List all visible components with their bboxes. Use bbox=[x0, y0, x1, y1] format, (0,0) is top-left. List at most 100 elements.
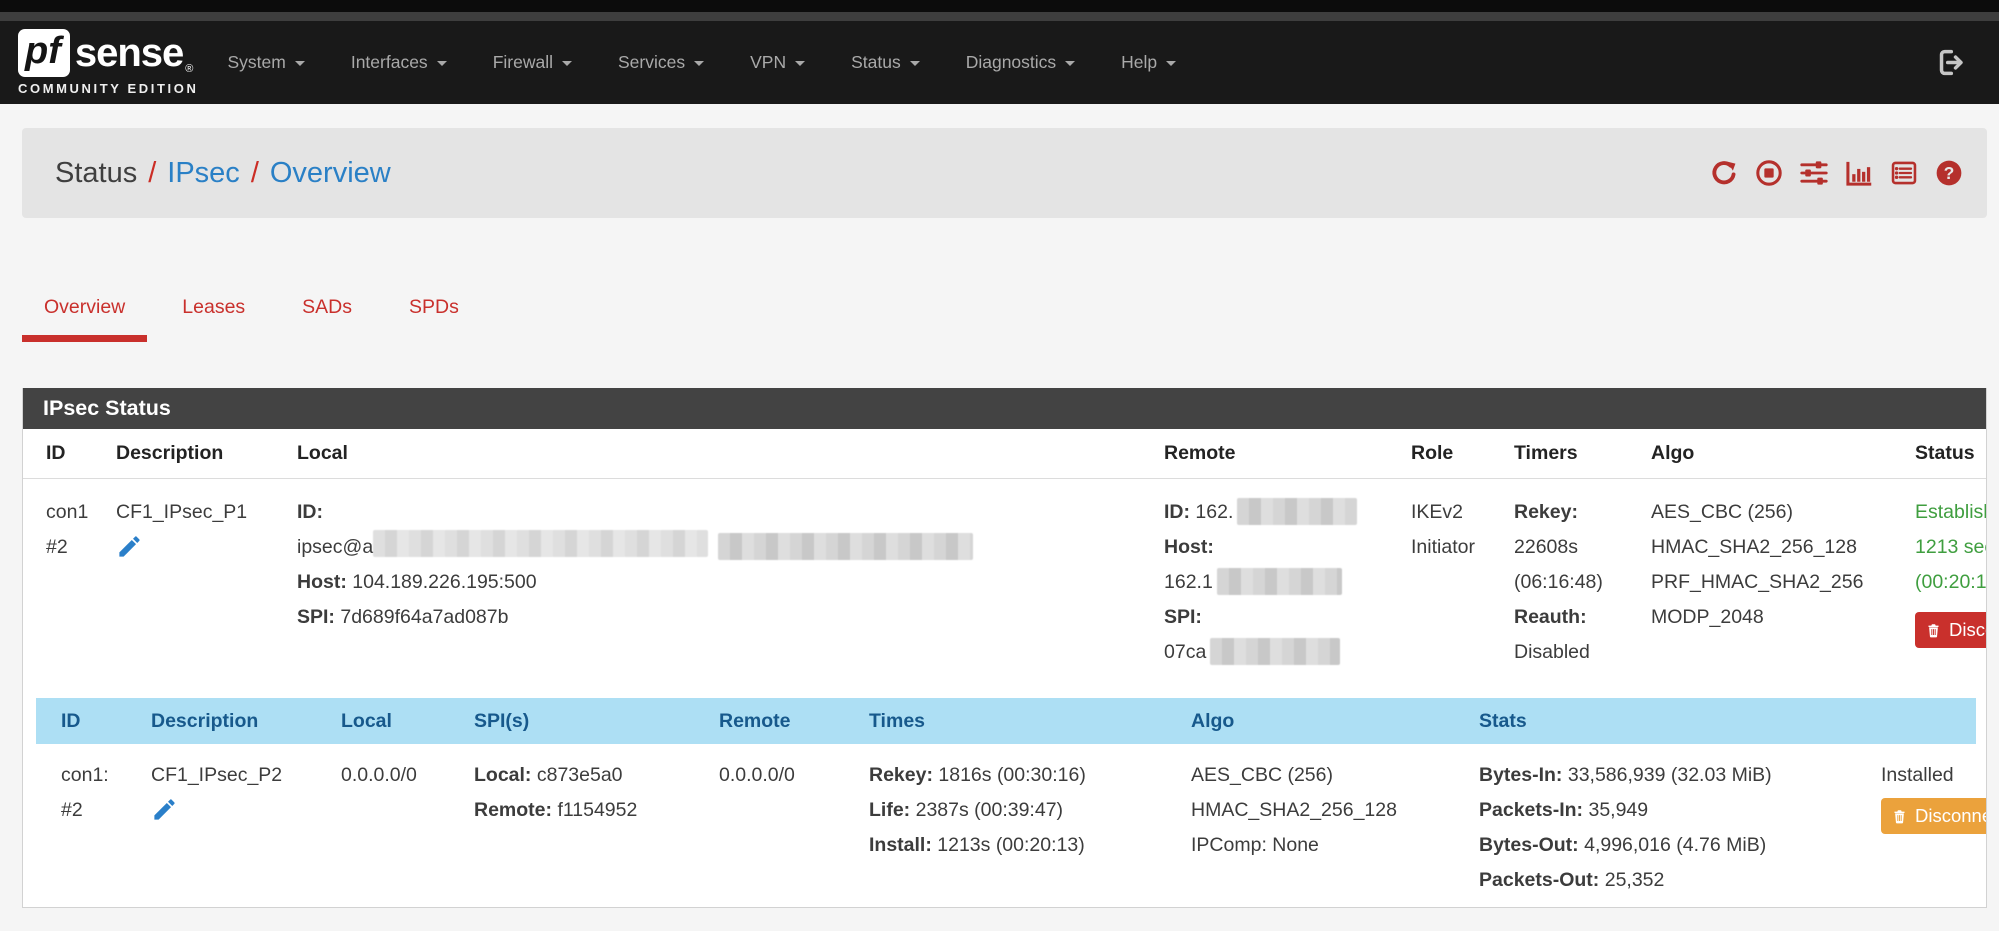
redacted-text bbox=[1217, 568, 1342, 595]
trash-icon bbox=[1892, 808, 1907, 825]
child-algo-cell: AES_CBC (256) HMAC_SHA2_256_128 IPComp: … bbox=[1191, 758, 1479, 898]
col-times: Times bbox=[869, 710, 1191, 733]
ike-status-line: 1213 seconds bbox=[1915, 530, 1987, 565]
chevron-down-icon bbox=[437, 61, 447, 66]
redacted-text bbox=[1237, 498, 1357, 525]
chevron-down-icon bbox=[795, 61, 805, 66]
child-spis-cell: Local: c873e5a0 Remote: f1154952 bbox=[474, 758, 719, 898]
logout-icon[interactable] bbox=[1934, 48, 1965, 77]
child-sa-table: ID Description Local SPI(s) Remote Times… bbox=[36, 698, 1976, 906]
col-algo: Algo bbox=[1651, 442, 1915, 465]
ike-status-cell: Established 1213 seconds (00:20:13) Disc… bbox=[1915, 495, 1987, 670]
col-id: ID bbox=[46, 442, 116, 465]
stop-icon[interactable] bbox=[1755, 159, 1783, 187]
tab-overview[interactable]: Overview bbox=[22, 276, 147, 342]
ipsec-tabs: Overview Leases SADs SPDs bbox=[22, 276, 494, 342]
nav-item-status[interactable]: Status bbox=[828, 52, 943, 73]
sliders-icon[interactable] bbox=[1800, 159, 1828, 187]
chevron-down-icon bbox=[1065, 61, 1075, 66]
main-menu: System Interfaces Firewall Services VPN … bbox=[204, 52, 1199, 73]
panel-title: IPsec Status bbox=[23, 388, 1986, 429]
redacted-text bbox=[373, 530, 708, 557]
ike-table-header: ID Description Local Remote Role Timers … bbox=[23, 429, 1986, 479]
ike-algo-cell: AES_CBC (256) HMAC_SHA2_256_128 PRF_HMAC… bbox=[1651, 495, 1915, 670]
window-title-strip bbox=[0, 12, 1999, 21]
child-remote-cell: 0.0.0.0/0 bbox=[719, 758, 869, 898]
ike-description-cell: CF1_IPsec_P1 bbox=[116, 495, 297, 670]
page-toolbar: ? bbox=[1710, 159, 1963, 187]
col-status: Status bbox=[1915, 442, 1986, 465]
col-remote: Remote bbox=[1164, 442, 1411, 465]
ike-remote-cell: ID: 162. Host: 162.1 SPI: 07ca bbox=[1164, 495, 1411, 670]
ike-id-cell: con1 #2 bbox=[46, 495, 116, 670]
col-description: Description bbox=[116, 442, 297, 465]
disconnect-button[interactable]: Disconnect bbox=[1881, 798, 1987, 834]
help-icon[interactable]: ? bbox=[1935, 159, 1963, 187]
tab-leases[interactable]: Leases bbox=[160, 276, 267, 342]
col-spis: SPI(s) bbox=[474, 710, 719, 733]
col-local: Local bbox=[341, 710, 474, 733]
nav-item-firewall[interactable]: Firewall bbox=[470, 52, 595, 73]
nav-item-vpn[interactable]: VPN bbox=[727, 52, 828, 73]
breadcrumb-separator: / bbox=[148, 157, 156, 190]
nav-item-system[interactable]: System bbox=[204, 52, 327, 73]
disconnect-button[interactable]: Disconnect bbox=[1915, 612, 1987, 648]
logo-sense-text: sense bbox=[75, 31, 183, 75]
ike-local-cell: ID: ipsec@a Host: 104.189.226.195:500 SP… bbox=[297, 495, 1164, 670]
trash-icon bbox=[1926, 622, 1941, 639]
child-stats-cell: Bytes-In: 33,586,939 (32.03 MiB) Packets… bbox=[1479, 758, 1881, 898]
redacted-text bbox=[718, 533, 973, 560]
top-navbar: pf sense ® COMMUNITY EDITION System Inte… bbox=[0, 0, 1999, 104]
refresh-icon[interactable] bbox=[1710, 159, 1738, 187]
ipsec-status-panel: IPsec Status ID Description Local Remote… bbox=[22, 388, 1987, 908]
edit-pencil-icon[interactable] bbox=[151, 796, 178, 835]
logo-registered-mark: ® bbox=[185, 63, 193, 75]
nav-item-services[interactable]: Services bbox=[595, 52, 727, 73]
child-local-cell: 0.0.0.0/0 bbox=[341, 758, 474, 898]
child-sa-header: ID Description Local SPI(s) Remote Times… bbox=[36, 698, 1976, 744]
breadcrumb: Status / IPsec / Overview bbox=[55, 157, 391, 190]
breadcrumb-ipsec-link[interactable]: IPsec bbox=[167, 157, 240, 190]
col-description: Description bbox=[151, 710, 341, 733]
tab-spds[interactable]: SPDs bbox=[387, 276, 481, 342]
list-icon[interactable] bbox=[1890, 159, 1918, 187]
child-times-cell: Rekey: 1816s (00:30:16) Life: 2387s (00:… bbox=[869, 758, 1191, 898]
logo-edition-text: COMMUNITY EDITION bbox=[18, 81, 198, 96]
ike-table-row: con1 #2 CF1_IPsec_P1 ID: ipsec@a Host: 1… bbox=[23, 479, 1986, 698]
nav-item-diagnostics[interactable]: Diagnostics bbox=[943, 52, 1098, 73]
child-sa-row: con1: #2 CF1_IPsec_P2 0.0.0.0/0 Local: c… bbox=[36, 744, 1976, 906]
redacted-text bbox=[1210, 638, 1340, 665]
chevron-down-icon bbox=[1166, 61, 1176, 66]
breadcrumb-separator: / bbox=[251, 157, 259, 190]
chevron-down-icon bbox=[295, 61, 305, 66]
bar-chart-icon[interactable] bbox=[1845, 159, 1873, 187]
tab-sads[interactable]: SADs bbox=[280, 276, 374, 342]
edit-pencil-icon[interactable] bbox=[116, 533, 143, 572]
breadcrumb-section: Status bbox=[55, 157, 137, 190]
pfsense-logo[interactable]: pf sense ® COMMUNITY EDITION bbox=[18, 29, 198, 96]
logo-pf-box: pf bbox=[18, 29, 70, 77]
breadcrumb-overview-link[interactable]: Overview bbox=[270, 157, 391, 190]
breadcrumb-bar: Status / IPsec / Overview bbox=[22, 128, 1987, 218]
ike-role-cell: IKEv2 Initiator bbox=[1411, 495, 1514, 670]
svg-text:?: ? bbox=[1944, 163, 1955, 183]
child-status-cell: Installed Disconnect bbox=[1881, 758, 1987, 898]
nav-item-help[interactable]: Help bbox=[1098, 52, 1199, 73]
col-role: Role bbox=[1411, 442, 1514, 465]
nav-item-interfaces[interactable]: Interfaces bbox=[328, 52, 470, 73]
child-id-cell: con1: #2 bbox=[61, 758, 151, 898]
ike-timers-cell: Rekey: 22608s (06:16:48) Reauth: Disable… bbox=[1514, 495, 1651, 670]
col-id: ID bbox=[61, 710, 151, 733]
col-timers: Timers bbox=[1514, 442, 1651, 465]
chevron-down-icon bbox=[562, 61, 572, 66]
col-local: Local bbox=[297, 442, 1164, 465]
window-top-strip bbox=[0, 0, 1999, 12]
col-stats: Stats bbox=[1479, 710, 1881, 733]
ike-status-line: (00:20:13) bbox=[1915, 565, 1987, 600]
ike-status-line: Established bbox=[1915, 495, 1987, 530]
child-description-cell: CF1_IPsec_P2 bbox=[151, 758, 341, 898]
chevron-down-icon bbox=[910, 61, 920, 66]
col-remote: Remote bbox=[719, 710, 869, 733]
chevron-down-icon bbox=[694, 61, 704, 66]
col-algo: Algo bbox=[1191, 710, 1479, 733]
